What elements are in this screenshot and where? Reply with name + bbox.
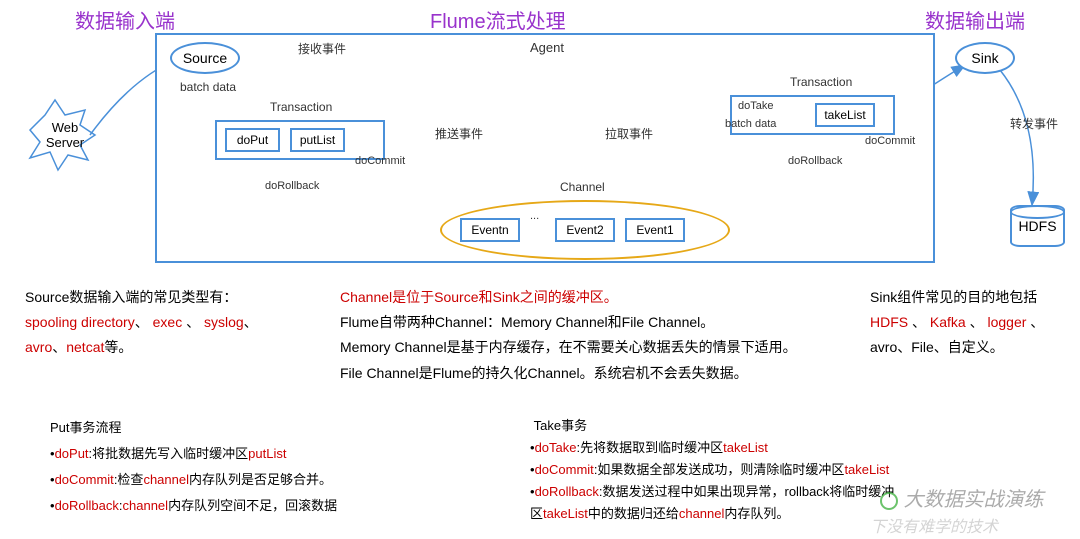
transaction1-label: Transaction — [270, 100, 332, 114]
src-netcat: netcat — [66, 339, 104, 355]
source-description: Source数据输入端的常见类型有： spooling directory、 e… — [25, 285, 325, 361]
dotake-label: doTake — [738, 100, 773, 112]
take-b1c: takeList — [723, 440, 768, 455]
pull-event-label: 拉取事件 — [605, 125, 653, 142]
receive-event-label: 接收事件 — [298, 40, 346, 57]
takelist-label: takeList — [824, 108, 865, 122]
header-output: 数据输出端 — [925, 5, 1025, 34]
put-b1c: putList — [248, 446, 286, 461]
sink-line1: Sink组件常见的目的地包括 — [870, 285, 1070, 310]
batch-data-2-label: batch data — [725, 118, 776, 130]
web-server-node: Web Server — [25, 105, 105, 165]
web-server-label: Web Server — [46, 120, 84, 150]
take-b4d: channel — [679, 506, 725, 521]
doput-box: doPut — [225, 128, 280, 152]
src-exec: exec — [153, 314, 183, 330]
dorollback1-label: doRollback — [265, 180, 319, 192]
src-spooling: spooling directory — [25, 314, 135, 330]
sink-kafka: Kafka — [930, 314, 966, 330]
src-etc: 等。 — [104, 339, 132, 355]
take-b4e: 内存队列。 — [724, 506, 789, 521]
putlist-box: putList — [290, 128, 345, 152]
source-label: Source — [183, 50, 227, 66]
take-title: Take事务 — [534, 418, 587, 433]
src-line1: Source数据输入端的常见类型有： — [25, 285, 325, 310]
src-avro: avro — [25, 339, 52, 355]
put-b2d: 内存队列是否足够合并。 — [189, 472, 332, 487]
source-node: Source — [170, 42, 240, 74]
take-b4a: 区 — [530, 506, 543, 521]
agent-label: Agent — [530, 40, 564, 55]
put-flow-description: Put事务流程 •doPut:将批数据先写入临时缓冲区putList •doCo… — [50, 415, 510, 519]
watermark1: 大数据实战演练 — [880, 483, 1044, 512]
transaction2-label: Transaction — [790, 75, 852, 89]
forward-event-label: 转发事件 — [1010, 115, 1058, 132]
watermark1-text: 大数据实战演练 — [904, 489, 1044, 511]
watermark2: 下没有难学的技术 — [870, 513, 998, 537]
push-event-label: 推送事件 — [435, 125, 483, 142]
sink-label: Sink — [971, 50, 998, 66]
takelist-box: takeList — [815, 103, 875, 127]
event2-label: Event2 — [566, 223, 603, 237]
event2-box: Event2 — [555, 218, 615, 242]
take-b1a: doTake — [535, 440, 577, 455]
put-b1a: doPut — [55, 446, 89, 461]
sink-node: Sink — [955, 42, 1015, 74]
hdfs-node: HDFS — [1010, 205, 1065, 247]
sink-line3: avro、File、自定义。 — [870, 335, 1070, 360]
doput-label: doPut — [237, 133, 268, 147]
take-b3a: doRollback — [535, 484, 599, 499]
batch-data-1-label: batch data — [180, 80, 236, 94]
take-b3b: :数据发送过程中如果出现异常，rollback将临时缓冲 — [599, 484, 894, 499]
sink-logger: logger — [988, 314, 1027, 330]
put-b2a: doCommit — [55, 472, 114, 487]
header-input: 数据输入端 — [75, 5, 175, 34]
sink-hdfs: HDFS — [870, 314, 908, 330]
ch-line3: Memory Channel是基于内存缓存，在不需要关心数据丢失的情景下适用。 — [340, 335, 860, 360]
sink-description: Sink组件常见的目的地包括 HDFS 、 Kafka 、 logger 、 a… — [870, 285, 1070, 361]
put-title: Put事务流程 — [50, 415, 510, 441]
eventn-box: Eventn — [460, 218, 520, 242]
take-b4c: 中的数据归还给 — [588, 506, 679, 521]
ch-line4: File Channel是Flume的持久化Channel。系统宕机不会丢失数据… — [340, 361, 860, 386]
take-b4b: takeList — [543, 506, 588, 521]
channel-description: Channel是位于Source和Sink之间的缓冲区。 Flume自带两种Ch… — [340, 285, 860, 386]
put-b2c: channel — [143, 472, 189, 487]
take-b2c: takeList — [844, 462, 889, 477]
event-dots: ... — [530, 210, 539, 222]
take-b2b: :如果数据全部发送成功，则清除临时缓冲区 — [594, 462, 845, 477]
event1-label: Event1 — [636, 223, 673, 237]
hdfs-label: HDFS — [1018, 218, 1056, 234]
put-b3d: 内存队列空间不足，回滚数据 — [168, 498, 337, 513]
ch-line1: Channel是位于Source和Sink之间的缓冲区。 — [340, 289, 618, 305]
docommit2-label: doCommit — [865, 135, 915, 147]
channel-label: Channel — [560, 180, 605, 194]
eventn-label: Eventn — [471, 223, 508, 237]
event1-box: Event1 — [625, 218, 685, 242]
dorollback2-label: doRollback — [788, 155, 842, 167]
ch-line2: Flume自带两种Channel：Memory Channel和File Cha… — [340, 310, 860, 335]
putlist-label: putList — [300, 133, 335, 147]
put-b3c: channel — [123, 498, 169, 513]
take-b2a: doCommit — [535, 462, 594, 477]
put-b1b: :将批数据先写入临时缓冲区 — [89, 446, 249, 461]
docommit1-label: doCommit — [355, 155, 405, 167]
src-syslog: syslog — [204, 314, 244, 330]
header-processing: Flume流式处理 — [430, 5, 566, 34]
put-b3a: doRollback — [55, 498, 119, 513]
take-b1b: :先将数据取到临时缓冲区 — [576, 440, 723, 455]
put-b2b: :检查 — [114, 472, 144, 487]
